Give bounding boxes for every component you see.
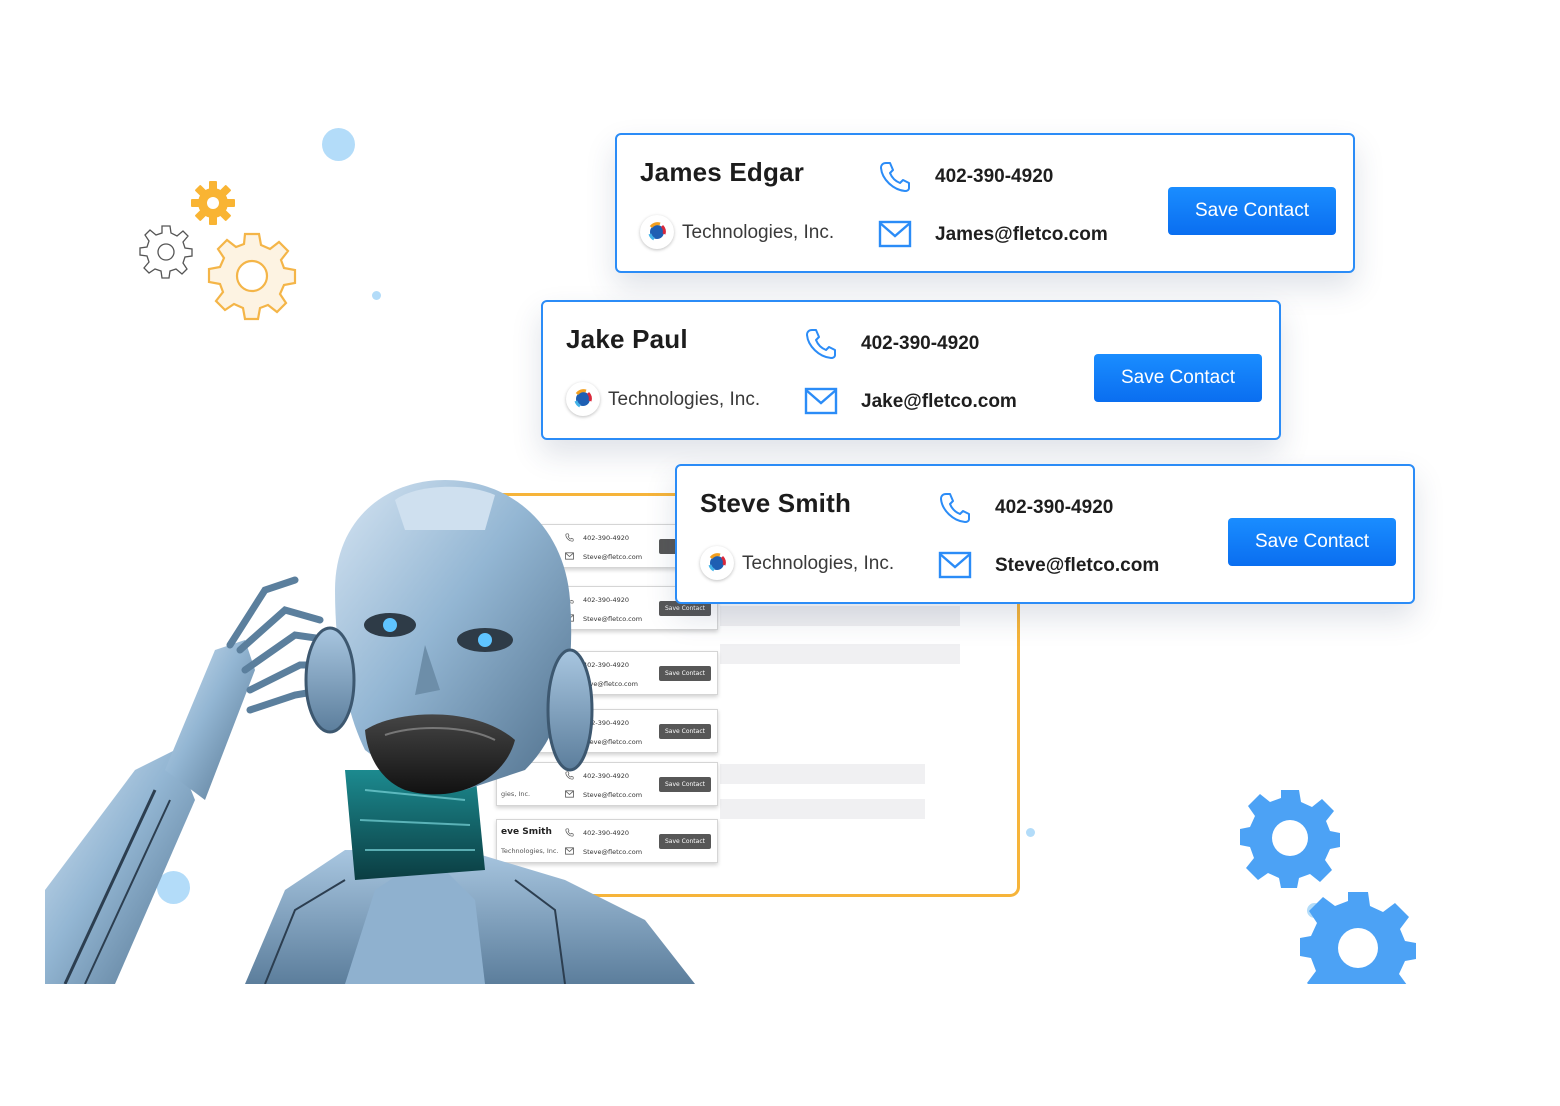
company-logo-icon bbox=[566, 382, 600, 416]
email-address: Jake@fletco.com bbox=[861, 391, 1017, 412]
save-contact-button[interactable]: Save Contact bbox=[1094, 354, 1262, 402]
phone-icon bbox=[878, 160, 912, 194]
placeholder-bar bbox=[720, 799, 925, 819]
phone-icon bbox=[938, 491, 972, 525]
phone-number: 402-390-4920 bbox=[935, 166, 1054, 187]
contact-name: Steve Smith bbox=[700, 488, 852, 518]
phone-number: 402-390-4920 bbox=[861, 333, 980, 354]
placeholder-bar bbox=[720, 606, 960, 626]
robot-illustration bbox=[45, 480, 695, 984]
contact-card: Jake Paul Technologies, Inc. 402-390-492… bbox=[541, 300, 1281, 440]
mail-icon bbox=[878, 219, 912, 249]
placeholder-bar bbox=[720, 764, 925, 784]
gear-icon bbox=[191, 181, 235, 225]
gear-icon bbox=[139, 225, 193, 279]
email-address: James@fletco.com bbox=[935, 224, 1108, 245]
decorative-dot bbox=[372, 291, 381, 300]
company-logo-icon bbox=[700, 546, 734, 580]
placeholder-bar bbox=[720, 644, 960, 664]
contact-card: Steve Smith Technologies, Inc. 402-390-4… bbox=[675, 464, 1415, 604]
gear-icon bbox=[1300, 892, 1416, 984]
contact-name: Jake Paul bbox=[566, 324, 688, 354]
email-address: Steve@fletco.com bbox=[995, 555, 1160, 576]
mail-icon bbox=[938, 550, 972, 580]
phone-number: 402-390-4920 bbox=[995, 497, 1114, 518]
company-name: Technologies, Inc. bbox=[682, 222, 835, 243]
company-name: Technologies, Inc. bbox=[608, 389, 761, 410]
save-contact-button[interactable]: Save Contact bbox=[1168, 187, 1336, 235]
save-contact-button[interactable]: Save Contact bbox=[1228, 518, 1396, 566]
mail-icon bbox=[804, 386, 838, 416]
decorative-dot bbox=[322, 128, 355, 161]
contact-name: James Edgar bbox=[640, 157, 805, 187]
phone-icon bbox=[804, 327, 838, 361]
gear-icon bbox=[1240, 790, 1340, 888]
decorative-dot bbox=[1026, 828, 1035, 837]
gear-icon bbox=[207, 232, 297, 321]
company-logo-icon bbox=[640, 215, 674, 249]
company-name: Technologies, Inc. bbox=[742, 553, 895, 574]
contact-card: James Edgar Technologies, Inc. 402-390-4… bbox=[615, 133, 1355, 273]
